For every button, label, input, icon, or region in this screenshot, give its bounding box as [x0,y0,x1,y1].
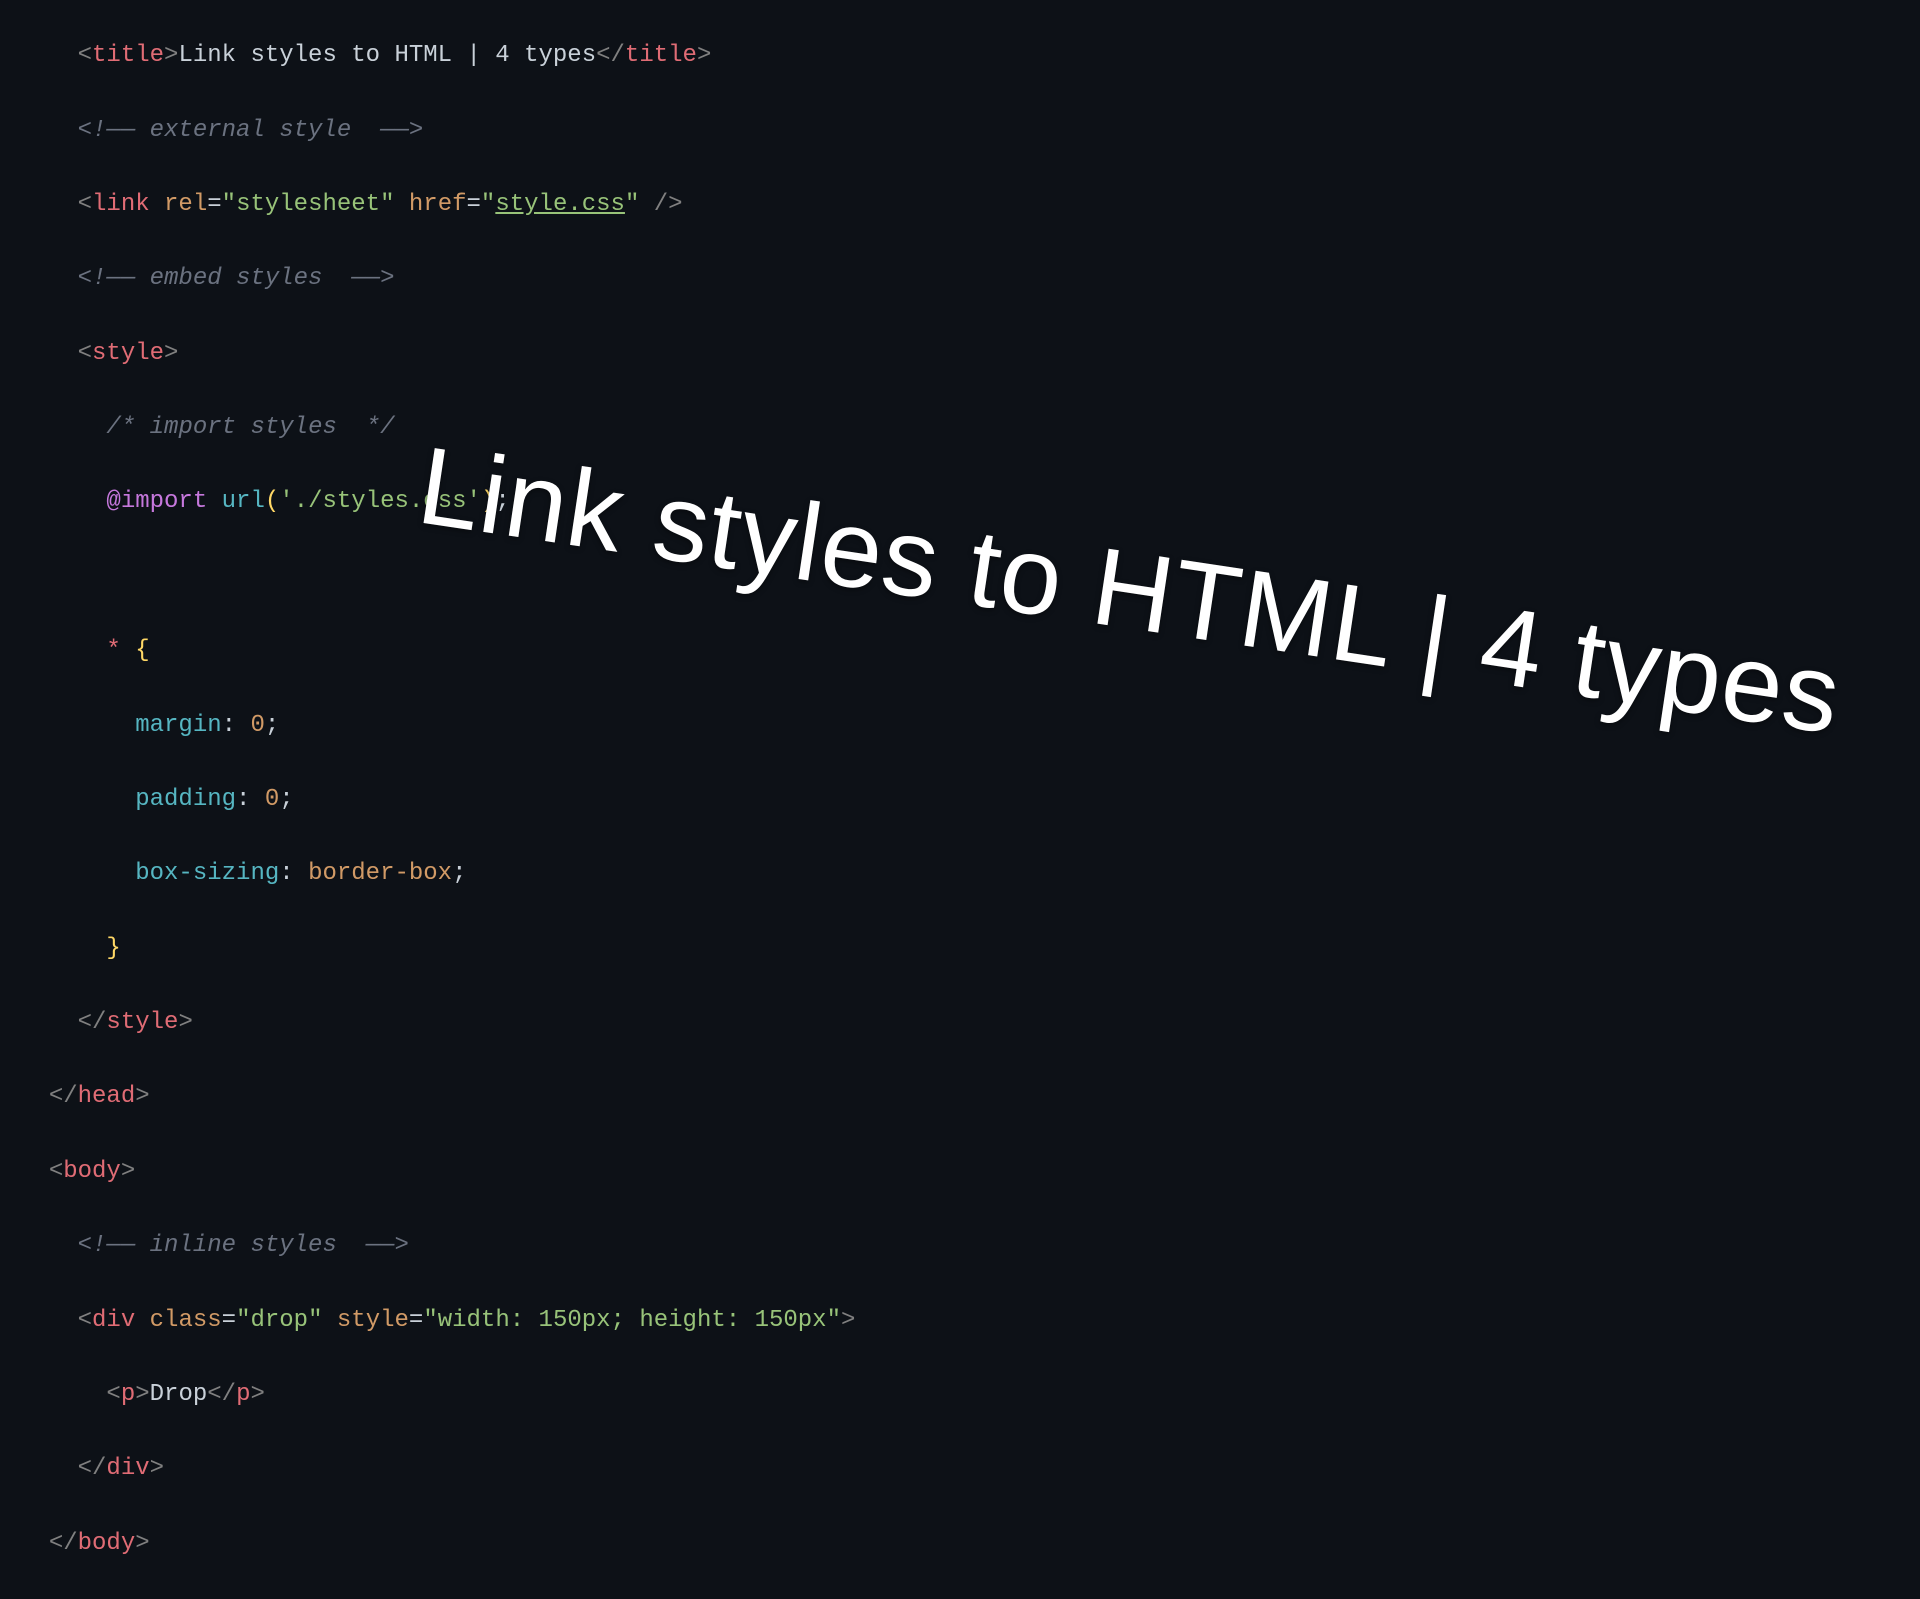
code-line: <title>Link styles to HTML | 4 types</ti… [20,37,1920,74]
code-editor[interactable]: <title>Link styles to HTML | 4 types</ti… [0,0,1920,1599]
code-line: </div> [20,1450,1920,1487]
code-line: </head> [20,1078,1920,1115]
code-line: <p>Drop</p> [20,1376,1920,1413]
code-line: <link rel="stylesheet" href="style.css" … [20,186,1920,223]
code-line: <body> [20,1153,1920,1190]
code-line: <style> [20,335,1920,372]
code-line: box-sizing: border-box; [20,855,1920,892]
code-line: <!—— external style ——> [20,112,1920,149]
code-line: /* import styles */ [20,409,1920,446]
code-line: <!—— embed styles ——> [20,260,1920,297]
code-line: padding: 0; [20,781,1920,818]
code-line: </body> [20,1525,1920,1562]
code-line: } [20,930,1920,967]
code-line: <div class="drop" style="width: 150px; h… [20,1302,1920,1339]
code-line: </style> [20,1004,1920,1041]
code-line: <!—— inline styles ——> [20,1227,1920,1264]
